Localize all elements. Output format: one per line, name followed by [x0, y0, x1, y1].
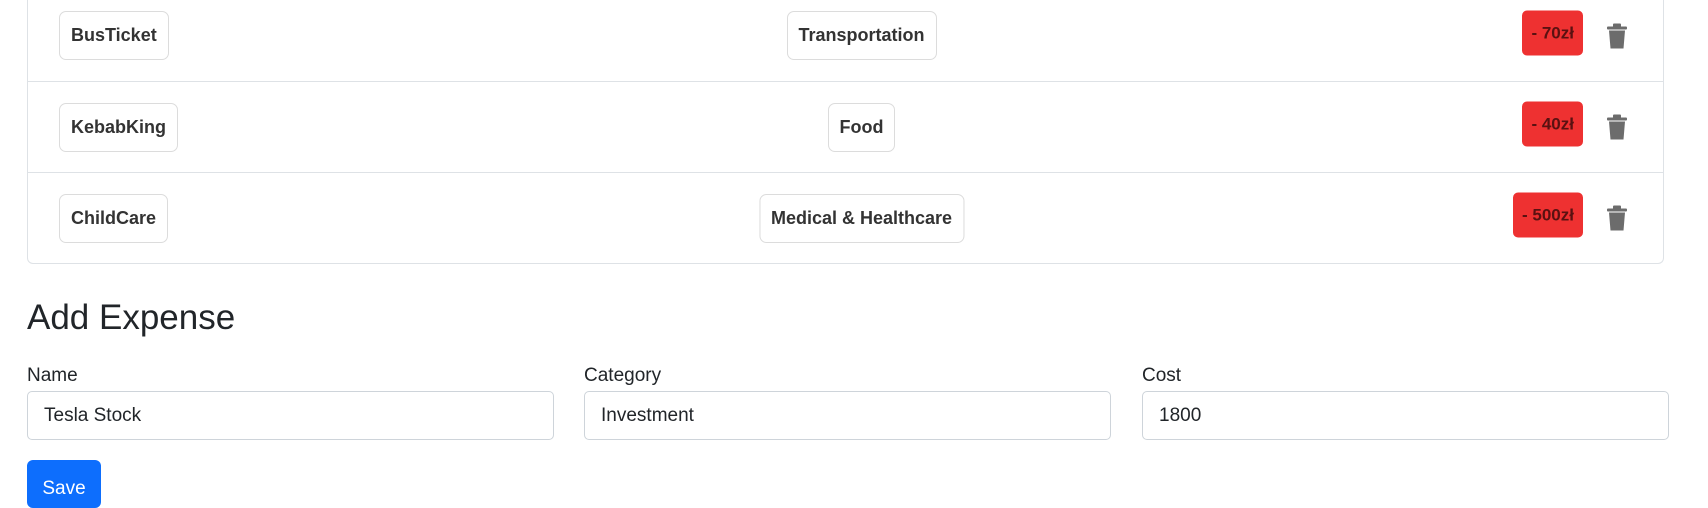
expense-category: Transportation [786, 11, 937, 60]
save-button[interactable]: Save [27, 460, 101, 508]
expense-category: Medical & Healthcare [758, 193, 965, 243]
name-field: Name [27, 364, 554, 440]
expense-category: Food [827, 102, 896, 152]
category-field: Category [584, 364, 1111, 440]
expense-list: BusTicket Transportation - 70zł KebabKin… [27, 0, 1664, 264]
category-input[interactable] [584, 391, 1111, 440]
expense-name: BusTicket [59, 11, 169, 60]
trash-icon[interactable] [1607, 114, 1627, 140]
expense-row: ChildCare Medical & Healthcare - 500zł [28, 172, 1663, 263]
add-expense-heading: Add Expense [27, 298, 236, 337]
expense-cost-badge: - 70zł [1522, 10, 1583, 55]
expense-row: BusTicket Transportation - 70zł [28, 0, 1663, 81]
expense-cost-badge: - 40zł [1522, 101, 1583, 147]
expense-name: KebabKing [59, 102, 179, 152]
name-input[interactable] [27, 391, 554, 440]
cost-label: Cost [1142, 365, 1182, 386]
trash-icon[interactable] [1607, 23, 1627, 48]
expense-row: KebabKing Food - 40zł [28, 81, 1663, 172]
category-label: Category [584, 365, 662, 386]
expense-name: ChildCare [59, 193, 169, 243]
cost-field: Cost [1142, 364, 1669, 440]
expense-cost-badge: - 500zł [1513, 192, 1583, 238]
cost-input[interactable] [1142, 391, 1669, 440]
name-label: Name [27, 365, 78, 386]
trash-icon[interactable] [1607, 205, 1627, 231]
